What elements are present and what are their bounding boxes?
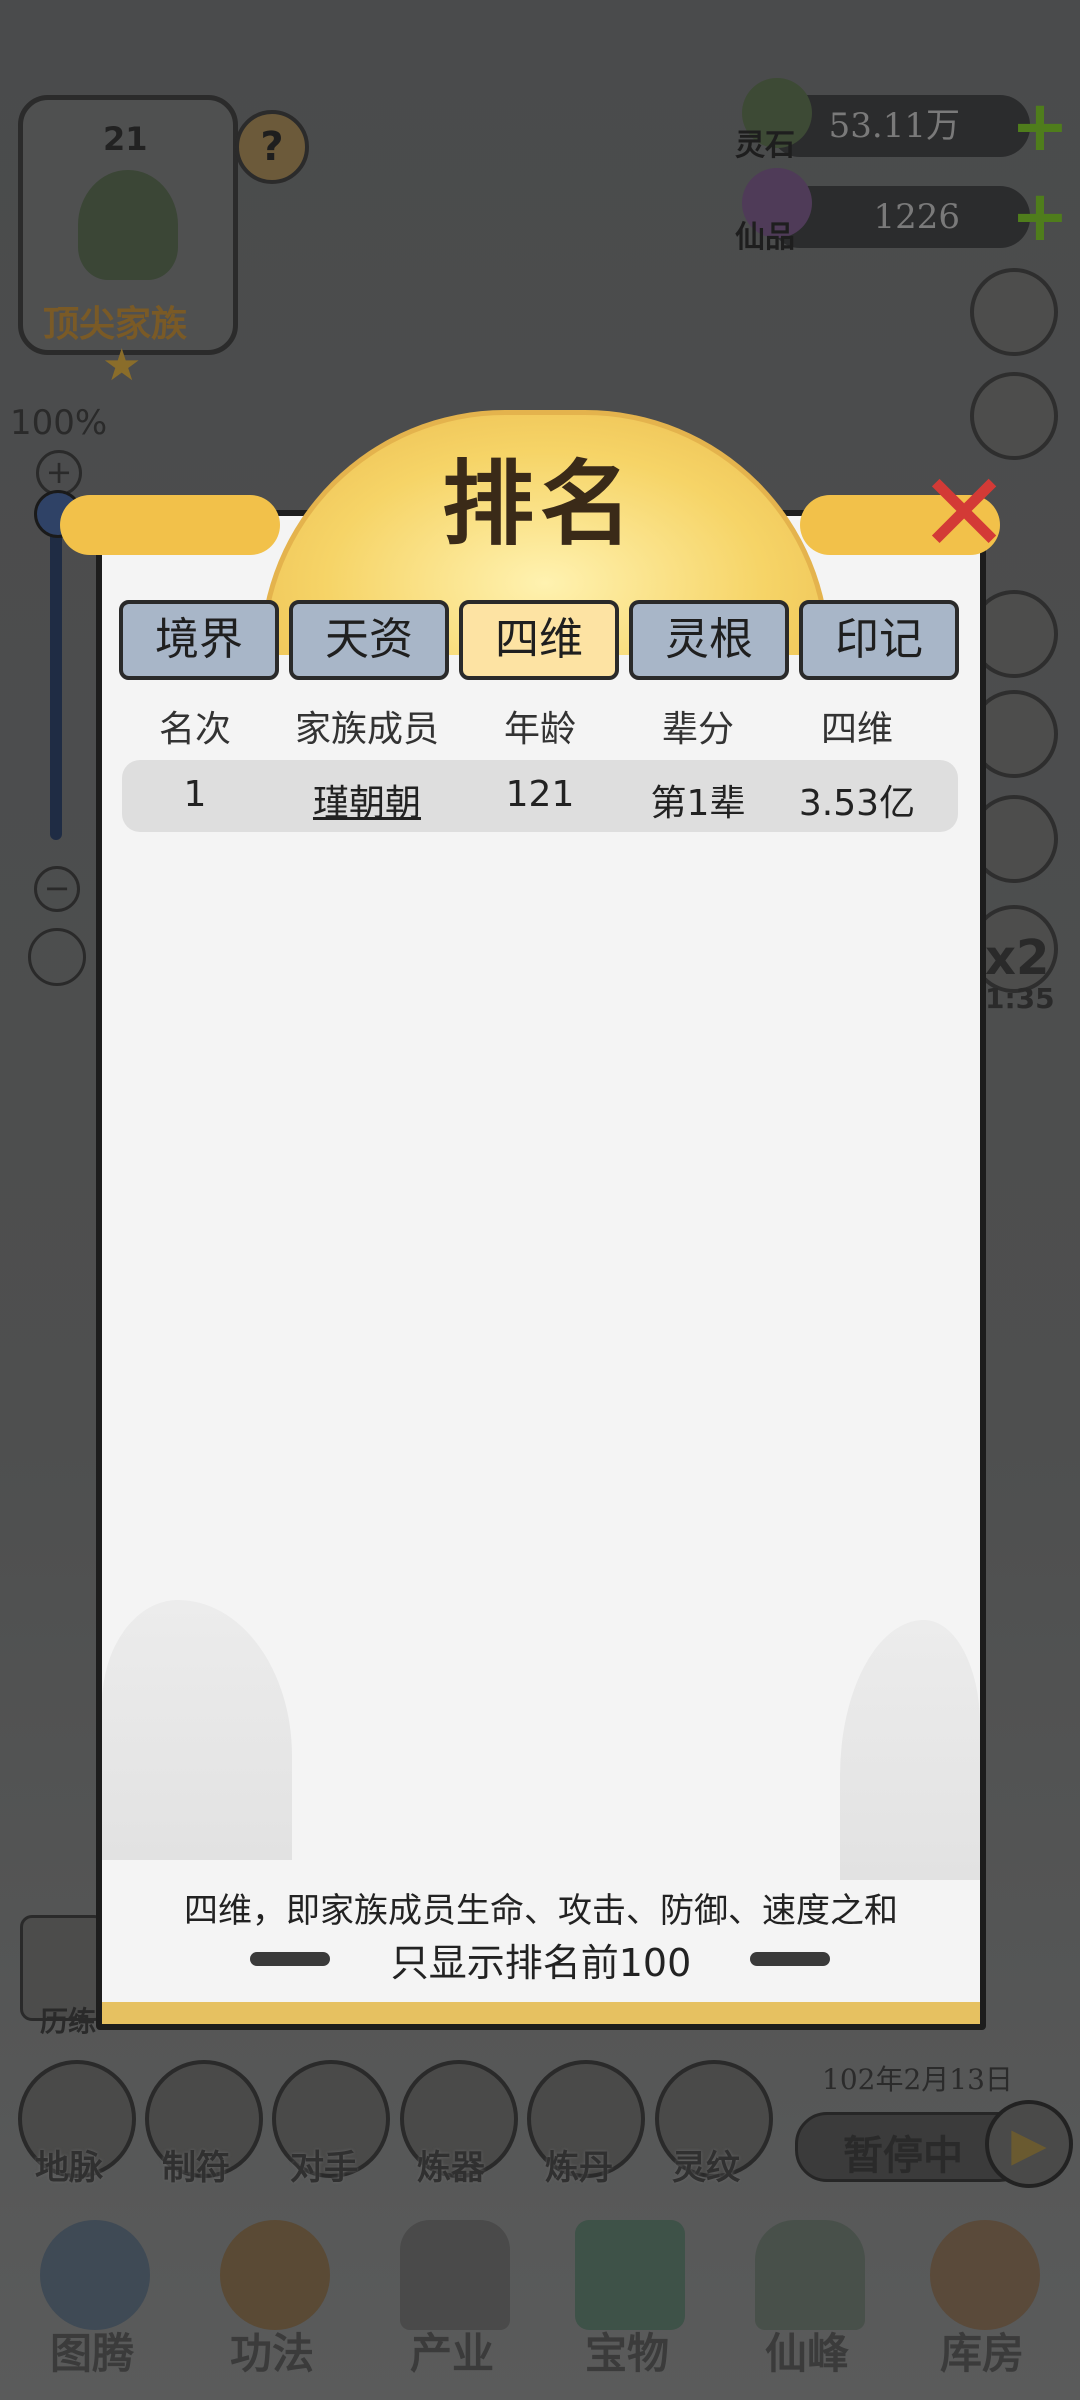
- close-icon: ✕: [918, 449, 1011, 577]
- yin-yang-button[interactable]: [970, 268, 1058, 356]
- history-label: 历练: [40, 2005, 97, 2038]
- nav-label: 宝物: [585, 2329, 670, 2378]
- zoom-minus-button[interactable]: −: [34, 866, 80, 912]
- nav-label: 功法: [230, 2329, 315, 2378]
- speed-boost-label: x2: [985, 930, 1050, 986]
- family-level: 21: [103, 120, 148, 158]
- peak-icon: [755, 2220, 865, 2330]
- speed-boost-timer: 1:35: [985, 982, 1055, 1015]
- footer-note: 四维，即家族成员生命、攻击、防御、速度之和: [184, 1891, 898, 1931]
- tree-icon: [78, 170, 178, 280]
- cloud-decoration-right: [750, 1952, 830, 1966]
- shortcut-label: 灵纹: [672, 2148, 740, 2188]
- nav-label: 图腾: [50, 2329, 135, 2378]
- shortcut-label: 炼器: [417, 2148, 485, 2188]
- add-spirit-stone-button[interactable]: +: [1010, 91, 1070, 161]
- column-header-rank: 名次: [158, 709, 231, 750]
- zoom-minus-icon: −: [43, 869, 71, 907]
- jade-icon: [575, 2220, 685, 2330]
- nav-label: 仙峰: [765, 2329, 850, 2378]
- location-icon[interactable]: [28, 928, 86, 986]
- immortal-crystal-value: 1226: [873, 197, 960, 237]
- column-header-stats: 四维: [820, 709, 893, 750]
- help-icon: ?: [260, 124, 284, 170]
- close-button[interactable]: ✕: [918, 449, 1011, 577]
- row-age: 121: [505, 774, 575, 815]
- spirit-stone-value: 53.11万: [828, 106, 960, 146]
- shortcut-label: 制符: [162, 2148, 230, 2188]
- family-emblem[interactable]: 21 顶尖家族: [18, 95, 238, 355]
- tab-four-stats[interactable]: 四维: [459, 600, 619, 680]
- footer-limit-note: 只显示排名前100: [390, 1941, 692, 1985]
- nav-label: 库房: [940, 2329, 1025, 2378]
- mountain-icon: [400, 2220, 510, 2330]
- tab-realm[interactable]: 境界: [119, 600, 279, 680]
- shortcut-label: 地脉: [35, 2148, 103, 2188]
- nav-label: 产业: [410, 2329, 495, 2378]
- tab-talent[interactable]: 天资: [289, 600, 449, 680]
- game-date: 102年2月13日: [822, 2063, 1013, 2096]
- tab-spirit-root[interactable]: 灵根: [629, 600, 789, 680]
- spirit-stone-label: 灵石: [735, 128, 795, 163]
- immortal-crystal-label: 仙品: [735, 220, 795, 255]
- help-button[interactable]: ?: [235, 110, 309, 184]
- modal-bottom-trim: [102, 2002, 980, 2024]
- row-stats: 3.53亿: [798, 783, 916, 824]
- tab-mark[interactable]: 印记: [799, 600, 959, 680]
- shortcut-label: 炼丹: [545, 2148, 613, 2188]
- column-header-age: 年龄: [503, 709, 576, 750]
- column-header-generation: 辈分: [661, 709, 734, 750]
- row-generation: 第1辈: [650, 783, 746, 824]
- star-icon: ★: [102, 340, 142, 391]
- flame-icon: [220, 2220, 330, 2330]
- bottom-nav: [0, 2190, 1080, 2400]
- row-member-link[interactable]: 瑾朝朝: [287, 774, 447, 826]
- add-immortal-crystal-button[interactable]: +: [1010, 181, 1070, 251]
- shortcut-label: 对手: [290, 2148, 358, 2188]
- totem-icon: [40, 2220, 150, 2330]
- bag-icon: [930, 2220, 1040, 2330]
- play-icon[interactable]: ▶: [985, 2100, 1073, 2188]
- pause-label: 暂停中: [843, 2132, 963, 2179]
- column-header-member: 家族成员: [294, 709, 439, 750]
- row-rank: 1: [183, 774, 207, 815]
